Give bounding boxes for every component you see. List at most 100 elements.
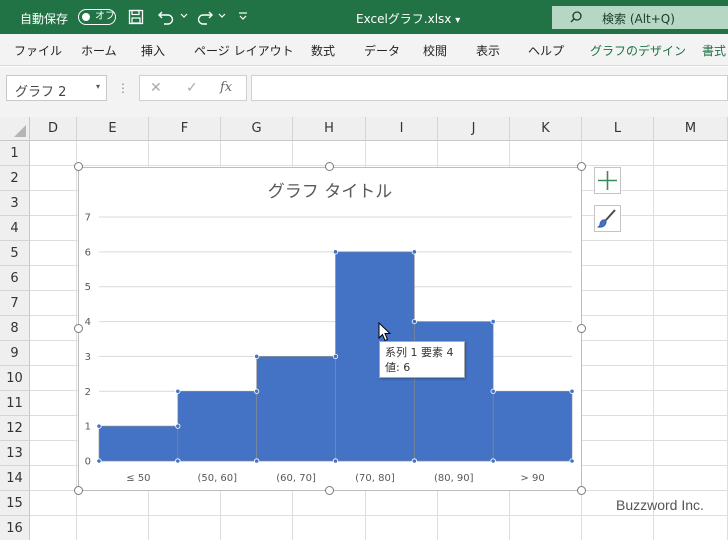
formula-bar: グラフ 2 ▾ ⋮ ✕ ✓ fx — [0, 67, 728, 117]
data-point-marker — [411, 318, 417, 325]
histogram-bar[interactable] — [98, 425, 179, 462]
column-header-f[interactable]: F — [149, 117, 221, 141]
enter-icon[interactable]: ✓ — [186, 80, 198, 96]
document-title[interactable]: Excelグラフ.xlsx ▾ — [356, 10, 460, 27]
undo-icon[interactable] — [157, 9, 175, 25]
data-point-tooltip: 系列 1 要素 4 値: 6 — [379, 341, 465, 378]
chevron-down-icon: ▾ — [95, 82, 100, 91]
resize-handle-bottom-left[interactable] — [74, 486, 83, 495]
watermark-text: Buzzword Inc. — [616, 497, 704, 513]
resize-handle-top-right[interactable] — [577, 162, 586, 171]
chart-elements-button[interactable] — [594, 167, 621, 194]
formula-input[interactable] — [251, 75, 728, 101]
data-point-marker — [96, 458, 102, 464]
redo-dropdown-icon[interactable] — [218, 12, 226, 20]
tab-home[interactable]: ホーム — [81, 42, 117, 59]
row-header-9[interactable]: 9 — [0, 341, 30, 366]
search-icon — [570, 11, 582, 23]
row-header-8[interactable]: 8 — [0, 316, 30, 341]
row-header-5[interactable]: 5 — [0, 241, 30, 266]
histogram-bar[interactable] — [492, 390, 573, 462]
data-point-marker — [254, 458, 260, 464]
y-tick-label: 0 — [85, 457, 91, 468]
row-header-13[interactable]: 13 — [0, 441, 30, 466]
x-tick-label: (50, 60] — [197, 473, 237, 484]
data-point-marker — [490, 318, 496, 325]
resize-handle-bottom-right[interactable] — [577, 486, 586, 495]
splitter-dots-icon[interactable]: ⋮ — [117, 81, 129, 95]
row-header-12[interactable]: 12 — [0, 416, 30, 441]
y-tick-label: 4 — [85, 317, 91, 328]
tab-data[interactable]: データ — [364, 42, 400, 59]
data-point-marker — [332, 458, 339, 464]
chart-styles-button[interactable] — [594, 205, 621, 232]
undo-dropdown-icon[interactable] — [180, 12, 188, 20]
search-box[interactable]: 検索 (Alt+Q) — [552, 6, 728, 29]
tab-chart-design[interactable]: グラフのデザイン — [590, 42, 686, 59]
row-header-2[interactable]: 2 — [0, 166, 30, 191]
column-header-e[interactable]: E — [77, 117, 149, 141]
row-header-10[interactable]: 10 — [0, 366, 30, 391]
name-box[interactable]: グラフ 2 ▾ — [6, 75, 107, 101]
y-tick-label: 6 — [85, 247, 91, 258]
column-header-l[interactable]: L — [582, 117, 654, 141]
plus-icon — [598, 171, 617, 190]
cancel-icon[interactable]: ✕ — [150, 80, 162, 96]
row-header-1[interactable]: 1 — [0, 141, 30, 166]
row-header-14[interactable]: 14 — [0, 466, 30, 491]
data-point-marker — [332, 249, 339, 255]
row-header-15[interactable]: 15 — [0, 491, 30, 516]
redo-icon[interactable] — [196, 9, 214, 25]
column-header-j[interactable]: J — [438, 117, 510, 141]
resize-handle-right[interactable] — [577, 324, 586, 333]
data-point-marker — [569, 388, 575, 394]
resize-handle-top-left[interactable] — [74, 162, 83, 171]
title-bar: 自動保存 オフ Excelグラフ.xlsx ▾ 検索 (Alt+Q) — [0, 0, 728, 34]
tab-page-layout[interactable]: ページ レイアウト — [194, 42, 294, 59]
chart-area[interactable]: グラフ タイトル 0 1 2 3 4 5 6 7 ≤ 50 (50, 60] (60, 70] (70… — [78, 167, 582, 491]
tab-file[interactable]: ファイル — [14, 42, 62, 59]
tooltip-value: 値: 6 — [385, 361, 411, 374]
column-header-m[interactable]: M — [654, 117, 728, 141]
row-header-6[interactable]: 6 — [0, 266, 30, 291]
histogram-bar[interactable] — [256, 356, 336, 462]
search-placeholder: 検索 (Alt+Q) — [602, 12, 675, 26]
column-header-i[interactable]: I — [366, 117, 438, 141]
data-point-marker — [490, 458, 496, 464]
select-all-triangle — [14, 125, 26, 137]
toggle-knob — [82, 13, 90, 21]
column-header-g[interactable]: G — [221, 117, 293, 141]
column-header-h[interactable]: H — [293, 117, 366, 141]
data-point-marker — [96, 423, 102, 429]
chart-plot[interactable]: 0 1 2 3 4 5 6 7 ≤ 50 (50, 60] (60, 70] (70, 80] (80,… — [79, 168, 581, 490]
tab-formulas[interactable]: 数式 — [311, 42, 335, 59]
row-header-16[interactable]: 16 — [0, 516, 30, 540]
row-header-4[interactable]: 4 — [0, 216, 30, 241]
save-icon[interactable] — [128, 9, 144, 25]
resize-handle-left[interactable] — [74, 324, 83, 333]
tab-format[interactable]: 書式 — [702, 42, 726, 59]
tab-review[interactable]: 校閲 — [423, 42, 447, 59]
x-tick-label: (60, 70] — [276, 473, 316, 484]
excel-window: 自動保存 オフ Excelグラフ.xlsx ▾ 検索 (Alt+Q) ファイル … — [0, 0, 728, 540]
row-header-3[interactable]: 3 — [0, 191, 30, 216]
row-header-11[interactable]: 11 — [0, 391, 30, 416]
select-all-button[interactable] — [0, 117, 30, 141]
resize-handle-top[interactable] — [325, 162, 334, 171]
autosave-state: オフ — [95, 11, 115, 22]
tab-help[interactable]: ヘルプ — [528, 42, 564, 59]
autosave-label: 自動保存 — [20, 12, 69, 26]
tab-insert[interactable]: 挿入 — [141, 42, 165, 59]
autosave-toggle[interactable]: オフ — [78, 9, 116, 25]
column-header-k[interactable]: K — [510, 117, 582, 141]
insert-function-icon[interactable]: fx — [220, 80, 232, 95]
data-point-marker — [411, 458, 417, 464]
formula-buttons: ✕ ✓ fx — [139, 75, 247, 101]
column-header-d[interactable]: D — [30, 117, 77, 141]
resize-handle-bottom[interactable] — [325, 486, 334, 495]
row-header-7[interactable]: 7 — [0, 291, 30, 316]
customize-qat-icon[interactable] — [238, 11, 248, 21]
tab-view[interactable]: 表示 — [476, 42, 500, 59]
histogram-bar[interactable] — [177, 390, 257, 462]
y-tick-label: 1 — [85, 422, 91, 433]
